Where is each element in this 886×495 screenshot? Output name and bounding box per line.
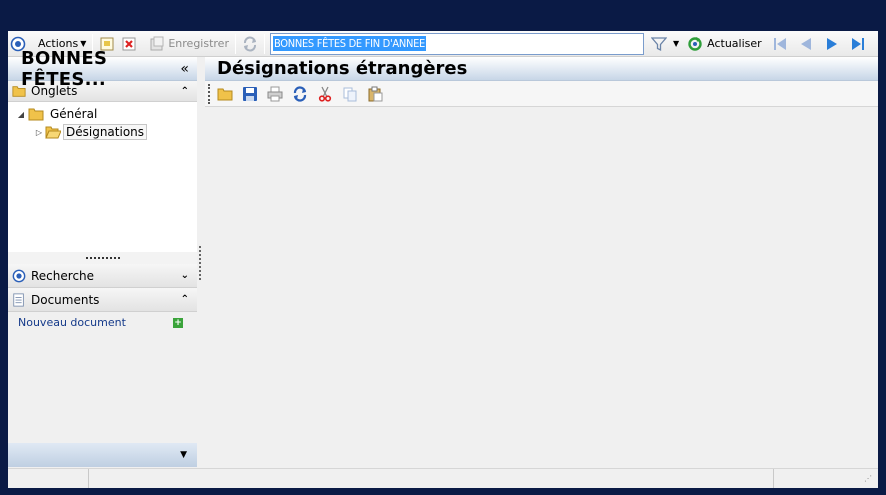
right-panel: Désignations étrangères [205, 57, 878, 467]
panel-resize-grip[interactable] [8, 252, 197, 264]
status-cell [8, 469, 89, 488]
search-header-label: Recherche [31, 268, 95, 283]
toolbar-grip[interactable] [208, 83, 210, 104]
sync-button[interactable] [239, 33, 261, 55]
panel-toolbar [205, 81, 878, 107]
status-cell [774, 469, 878, 488]
nav-last-button[interactable] [847, 33, 869, 55]
refresh-icon [243, 35, 256, 52]
cut-icon[interactable] [317, 86, 333, 102]
add-icon[interactable]: + [173, 318, 183, 328]
nav-last-icon [851, 37, 864, 50]
left-panel: BONNES FÊTES... « Onglets ⌃ ◢ Général ▷ … [8, 48, 197, 467]
chevron-up-icon[interactable]: ⌃ [181, 86, 189, 97]
nav-next-button[interactable] [821, 33, 843, 55]
chevron-down-icon[interactable]: ▼ [180, 450, 187, 460]
target-icon [12, 269, 26, 282]
paste-icon[interactable] [367, 86, 383, 102]
refresh-icon [688, 36, 702, 51]
new-document-link[interactable]: Nouveau document [18, 316, 126, 329]
tree-item-general[interactable]: ◢ Général [8, 105, 197, 123]
search-input[interactable]: BONNES FÊTES DE FIN D'ANNEE [269, 32, 644, 55]
refresh-button[interactable]: Actualiser [684, 33, 765, 55]
search-value: BONNES FÊTES DE FIN D'ANNEE [272, 36, 426, 51]
nav-first-button[interactable] [769, 33, 791, 55]
nav-prev-icon [800, 37, 811, 50]
tree-item-designations[interactable]: ▷ Désignations [8, 123, 197, 141]
expand-icon[interactable]: ▷ [34, 128, 44, 137]
panel-splitter[interactable] [199, 246, 201, 280]
folder-icon [12, 86, 26, 97]
toolbar-separator [263, 33, 265, 54]
search-group-header[interactable]: Recherche ⌄ [8, 264, 197, 288]
folder-icon [28, 108, 44, 121]
resize-grip-icon[interactable]: ⋰ [864, 475, 874, 485]
toolbar-separator [234, 33, 236, 54]
refresh-label: Actualiser [707, 37, 762, 50]
collapse-panel-button[interactable]: « [180, 61, 189, 77]
right-panel-header: Désignations étrangères [205, 57, 878, 81]
tree-item-label: Désignations [63, 124, 148, 140]
save-icon[interactable] [242, 86, 258, 102]
copy-icon[interactable] [342, 86, 358, 102]
documents-header-label: Documents [31, 292, 100, 307]
chevron-down-icon: ▼ [672, 39, 680, 48]
tree-item-label: Général [50, 107, 98, 121]
filter-button[interactable]: ▼ [648, 33, 682, 55]
tabs-tree: ◢ Général ▷ Désignations [8, 102, 197, 252]
panel-title: Désignations étrangères [217, 58, 468, 79]
documents-panel: Nouveau document + [8, 312, 197, 446]
application-window: Actions ▼ Enregistrer BONNES FÊTES DE FIN… [8, 31, 878, 488]
nav-first-icon [773, 37, 786, 50]
filter-icon [650, 36, 667, 51]
chevron-down-icon[interactable]: ⌄ [181, 270, 189, 281]
left-panel-header: BONNES FÊTES... « [8, 48, 197, 90]
status-bar: ⋰ [8, 468, 878, 488]
chevron-up-icon[interactable]: ⌃ [181, 294, 189, 305]
folder-icon[interactable] [217, 86, 233, 102]
status-cell [89, 469, 774, 488]
collapse-icon[interactable]: ◢ [16, 110, 26, 119]
document-icon [13, 292, 24, 307]
nav-next-icon [826, 37, 837, 50]
content-area [205, 108, 878, 467]
documents-group-header[interactable]: Documents ⌃ [8, 288, 197, 312]
nav-prev-button[interactable] [795, 33, 817, 55]
refresh-icon[interactable] [292, 85, 308, 102]
tabs-header-label: Onglets [31, 84, 78, 98]
open-folder-icon [45, 126, 61, 139]
print-icon[interactable] [267, 86, 283, 102]
left-panel-footer[interactable]: ▼ [8, 443, 197, 467]
